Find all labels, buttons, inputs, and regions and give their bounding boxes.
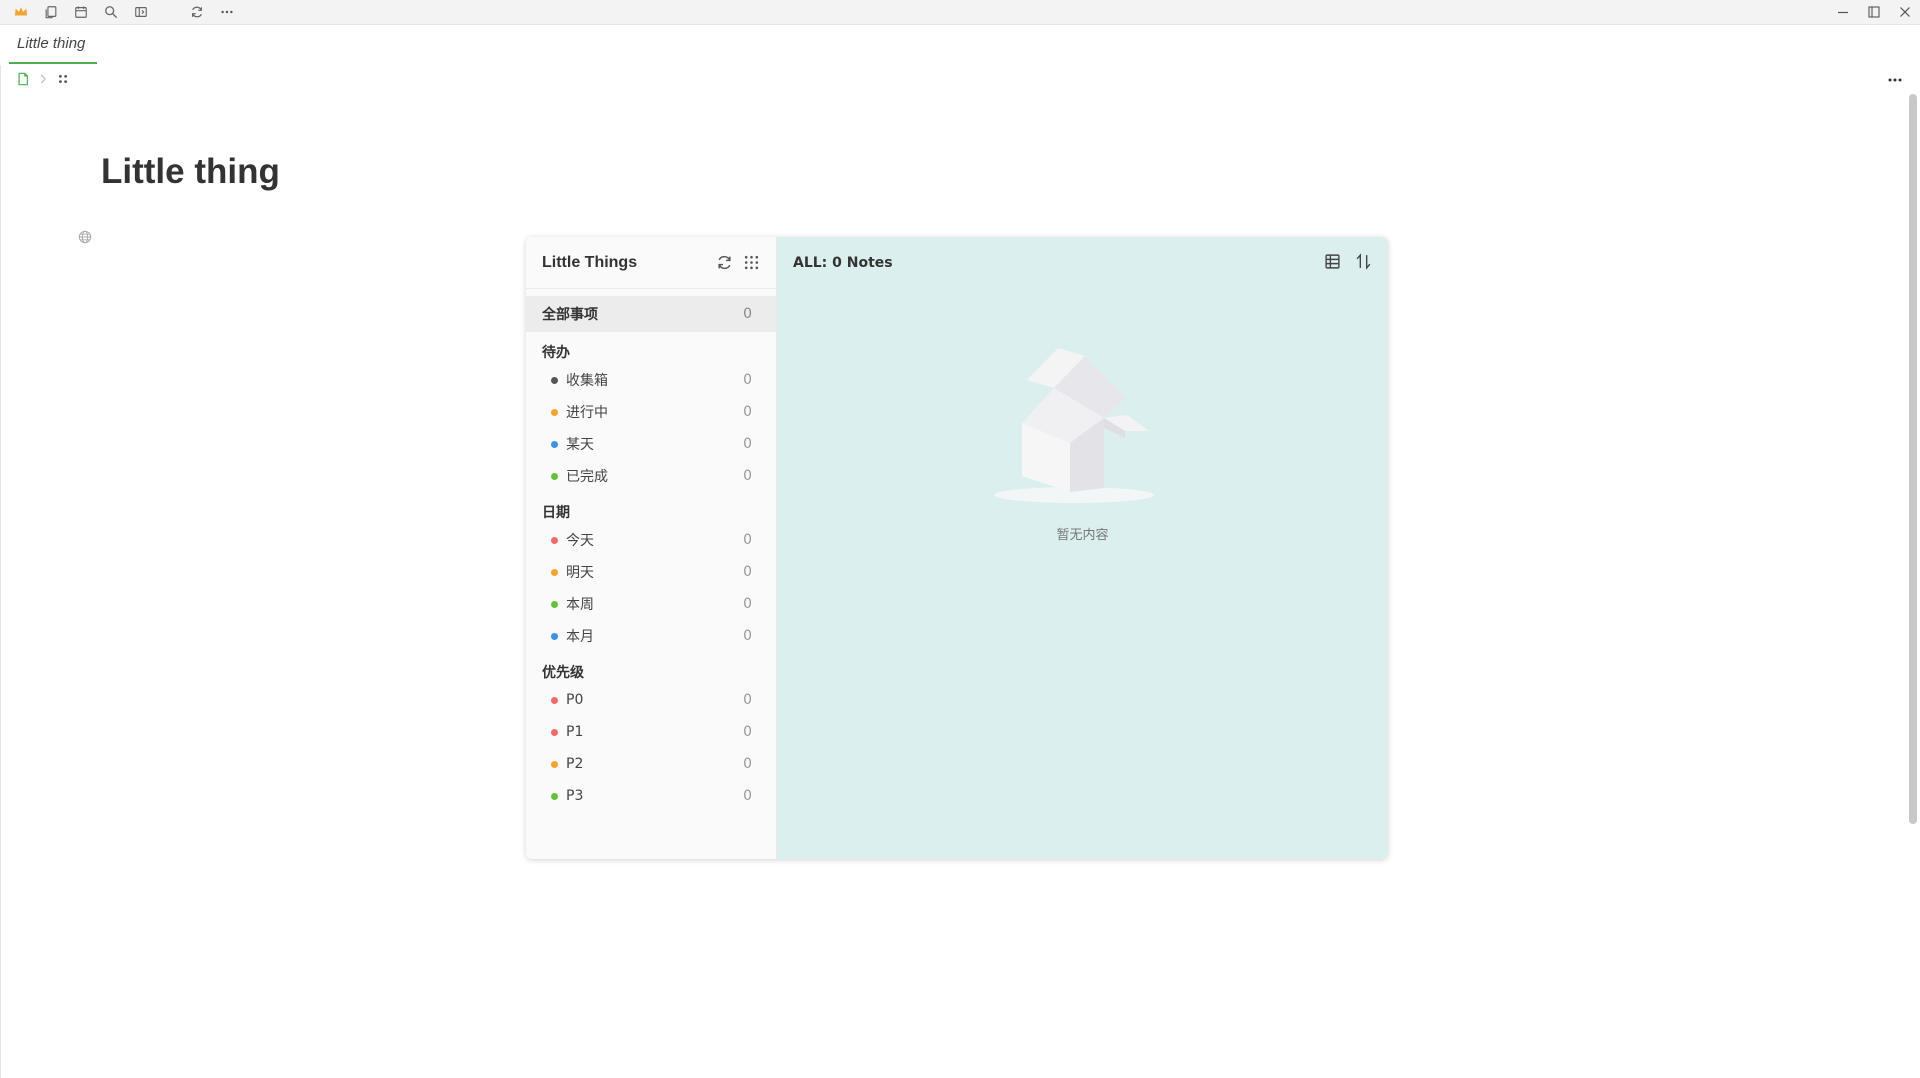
chevron-right-icon: [36, 71, 50, 90]
nav-item-label: 某天: [566, 437, 594, 453]
widget-sidebar: Little Things 全部事项 0 待办收集箱 0 进行中 0 某天 0 已完成 0 日期…: [526, 237, 777, 859]
nav-item-count: 0: [743, 724, 752, 740]
table-view-icon[interactable]: [1324, 253, 1341, 274]
refresh-icon[interactable]: [716, 254, 733, 271]
nav-item[interactable]: 进行中 0: [526, 396, 776, 428]
nav-item-all[interactable]: 全部事项 0: [526, 296, 776, 332]
grid-dots-icon[interactable]: [56, 71, 70, 90]
status-dot-icon: [551, 440, 558, 448]
nav-item[interactable]: 本月 0: [526, 620, 776, 652]
nav-item[interactable]: P2 0: [526, 748, 776, 780]
scrollbar[interactable]: [1909, 94, 1917, 824]
nav-item[interactable]: P1 0: [526, 716, 776, 748]
empty-state-text: 暂无内容: [1056, 528, 1109, 543]
nav-item-label: 明天: [566, 565, 594, 581]
status-dot-icon: [551, 792, 558, 800]
nav-item-label: 收集箱: [566, 373, 608, 389]
nav-item[interactable]: P3 0: [526, 780, 776, 812]
nav-item-label: P2: [566, 756, 584, 772]
nav-item-label: P0: [566, 692, 584, 708]
category-nav: 全部事项 0 待办收集箱 0 进行中 0 某天 0 已完成 0 日期今天 0 明天 0 本周 0 本月 0 优先…: [526, 289, 776, 812]
nav-item[interactable]: 今天 0: [526, 524, 776, 556]
nav-item-count: 0: [743, 596, 752, 612]
nav-item-count: 0: [743, 564, 752, 580]
nav-groups: 待办 收集箱 0 进行中 0 某天 0 已完成 0 日期 今天 0 明天 0 本周 0 本月 0 优先级 P0 0 P1 0…: [526, 332, 776, 812]
nav-item[interactable]: 明天 0: [526, 556, 776, 588]
status-dot-icon: [551, 536, 558, 544]
left-border: [0, 65, 1, 1078]
nav-item[interactable]: P0 0: [526, 684, 776, 716]
nav-item-label: 本周: [566, 597, 594, 613]
nav-item-count: 0: [743, 532, 752, 548]
status-dot-icon: [551, 632, 558, 640]
window-controls: [1827, 0, 1920, 25]
title-bar-tools: [0, 0, 242, 25]
close-icon[interactable]: [1889, 0, 1920, 25]
nav-item-count: 0: [743, 468, 752, 484]
apps-grid-icon[interactable]: [743, 254, 760, 271]
widget-main: ALL: 0 Notes 暂无内容: [777, 237, 1388, 859]
nav-item-label: 今天: [566, 533, 594, 549]
nav-item-label: 进行中: [566, 405, 608, 421]
status-dot-icon: [551, 472, 558, 480]
nav-item-label: 已完成: [566, 469, 608, 485]
search-icon[interactable]: [96, 0, 126, 25]
nav-item-count: 0: [743, 788, 752, 804]
nav-item[interactable]: 收集箱 0: [526, 364, 776, 396]
notes-count: ALL: 0 Notes: [793, 255, 893, 271]
nav-item-label: 本月: [566, 629, 594, 645]
minimize-icon[interactable]: [1827, 0, 1858, 25]
nav-item[interactable]: 已完成 0: [526, 460, 776, 492]
nav-item-label: P1: [566, 724, 584, 740]
sync-icon[interactable]: [182, 0, 212, 25]
nav-item-count: 0: [743, 436, 752, 452]
status-dot-icon: [551, 696, 558, 704]
empty-box-illustration: [994, 348, 1154, 503]
widget-title: Little Things: [542, 253, 638, 271]
page-title[interactable]: Little thing: [101, 152, 280, 192]
widget-header: Little Things: [526, 237, 776, 289]
sort-icon[interactable]: [1355, 252, 1372, 274]
nav-item-count: 0: [743, 692, 752, 708]
status-dot-icon: [551, 760, 558, 768]
tab-little-thing[interactable]: Little thing: [9, 25, 97, 64]
nav-item-count: 0: [743, 756, 752, 772]
nav-item[interactable]: 某天 0: [526, 428, 776, 460]
tab-strip: Little thing: [0, 25, 1920, 65]
nav-item[interactable]: 本周 0: [526, 588, 776, 620]
calendar-icon[interactable]: [66, 0, 96, 25]
document-icon[interactable]: [16, 71, 30, 90]
maximize-icon[interactable]: [1858, 0, 1889, 25]
nav-item-count: 0: [743, 372, 752, 388]
breadcrumb: [16, 70, 70, 90]
main-header: ALL: 0 Notes: [777, 237, 1388, 289]
nav-group-title: 待办: [542, 345, 570, 361]
nav-group-title: 日期: [542, 505, 570, 521]
more-options-icon[interactable]: [1880, 70, 1910, 90]
copy-icon[interactable]: [36, 0, 66, 25]
nav-item-count: 0: [743, 404, 752, 420]
nav-item-label: P3: [566, 788, 584, 804]
title-bar: [0, 0, 1920, 25]
nav-group-title: 优先级: [542, 665, 584, 681]
status-dot-icon: [551, 600, 558, 608]
nav-item-count: 0: [743, 628, 752, 644]
more-icon[interactable]: [212, 0, 242, 25]
status-dot-icon: [551, 408, 558, 416]
panel-icon[interactable]: [126, 0, 156, 25]
status-dot-icon: [551, 728, 558, 736]
status-dot-icon: [551, 376, 558, 384]
nav-item-label: 全部事项: [542, 307, 598, 323]
crown-icon[interactable]: [6, 0, 36, 25]
little-things-widget: Little Things 全部事项 0 待办收集箱 0 进行中 0 某天 0 已完成 0 日期…: [526, 237, 1388, 859]
status-dot-icon: [551, 568, 558, 576]
globe-icon[interactable]: [78, 229, 92, 244]
nav-item-count: 0: [743, 306, 752, 322]
